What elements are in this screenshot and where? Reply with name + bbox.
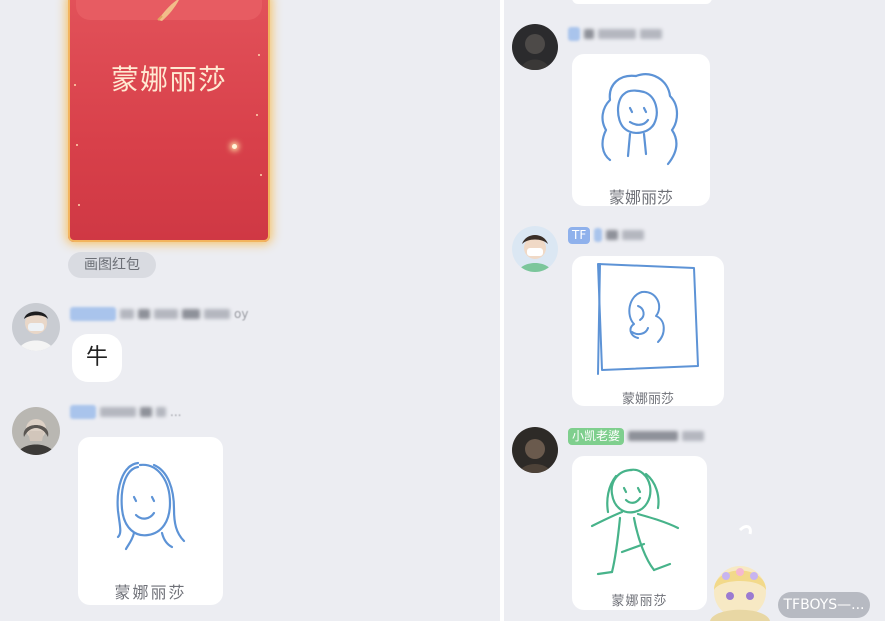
sparkle [78,204,80,206]
envelope-title: 蒙娜丽莎 [110,63,227,96]
drawing-card[interactable]: 蒙娜丽莎 [78,437,223,605]
sparkle [76,144,78,146]
member-badge: TF [568,226,591,244]
drawing-caption: 蒙娜丽莎 [611,594,668,609]
floating-group-label[interactable]: TFBOYS—... [778,592,870,618]
avatar[interactable] [512,24,558,70]
sparkle [260,174,262,176]
drawing-caption: 蒙娜丽莎 [114,583,187,602]
sparkle [232,144,237,149]
left-chat-pane: 蒙娜丽莎 画图红包 oy 牛 ... 蒙娜丽莎 [0,0,500,621]
red-envelope[interactable]: 蒙娜丽莎 [68,0,270,242]
drawing-card[interactable]: 蒙娜丽莎 [572,256,724,407]
avatar[interactable] [512,226,558,272]
envelope-tag: 画图红包 [68,252,156,278]
drawing-caption: 蒙娜丽莎 [621,392,674,407]
sparkle [256,114,258,116]
character-sticker [710,525,770,621]
sparkle [258,54,260,56]
sender-name: ... [70,404,181,420]
previous-card [572,0,712,4]
drawing-card[interactable]: 蒙娜丽莎 [572,54,710,207]
avatar[interactable] [12,303,60,351]
mona-lisa-drawing [597,263,699,375]
drawing-card[interactable]: 蒙娜丽莎 [572,456,707,610]
mona-lisa-drawing [590,468,680,576]
sender-name: TF [568,226,645,244]
sender-name: oy [70,306,248,322]
right-chat-pane: 蒙娜丽莎 TF 蒙娜丽莎 小凯老婆 蒙娜丽莎 [504,0,885,621]
message-bubble[interactable]: 牛 [72,334,122,382]
sender-name [568,26,662,42]
avatar[interactable] [12,407,60,455]
member-badge: 小凯老婆 [568,427,625,445]
drawing-caption: 蒙娜丽莎 [608,188,673,207]
sender-name: 小凯老婆 [568,427,705,445]
avatar[interactable] [512,427,558,473]
brush-icon [157,0,179,21]
sparkle [74,84,76,86]
